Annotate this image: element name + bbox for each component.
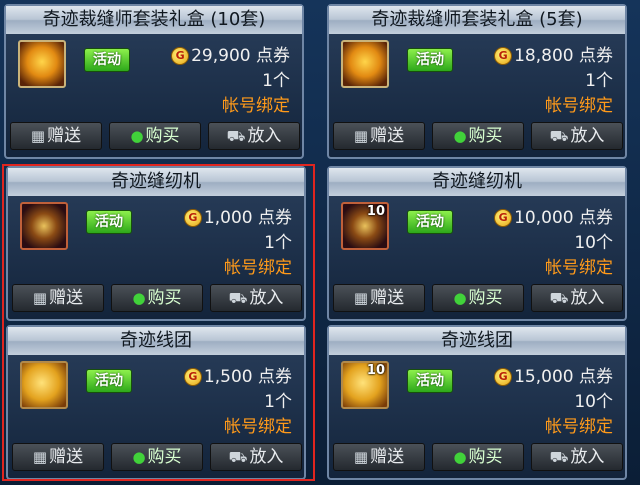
coin-icon: G [171,47,190,65]
shop-item-card: 奇迹缝纫机 10 活动 G 10,000 点券 10个 帐号绑定 ▦ 赠送 ● 购买 … [327,166,627,321]
gift-button[interactable]: ▦ 赠送 [333,443,425,471]
event-badge: 活动 [407,48,453,72]
yarn-ball-icon[interactable]: 10 [341,361,389,409]
gift-button-label: 赠送 [370,447,405,467]
cart-icon: ⛟ [549,448,569,466]
quantity-badge: 10 [366,363,385,378]
coin-icon: G [494,47,513,65]
coin-icon: G [494,209,513,227]
quantity-badge: 10 [366,204,385,219]
buy-button[interactable]: ● 购买 [432,443,524,471]
event-badge: 活动 [407,210,453,234]
add-to-cart-button[interactable]: ⛟ 放入 [531,122,623,150]
cart-button-label: 放入 [570,288,605,308]
gift-button[interactable]: ▦ 赠送 [333,284,425,312]
gift-icon: ▦ [30,127,46,145]
gift-button-label: 赠送 [370,288,405,308]
money-bag-icon: ● [453,289,467,307]
gift-button[interactable]: ▦ 赠送 [333,122,425,150]
price-value: 18,800 点券 [514,46,613,66]
coin-icon: G [494,368,513,386]
gift-box-icon[interactable] [341,40,389,88]
item-count: 1个 [262,71,290,91]
gift-icon: ▦ [353,127,369,145]
cart-button-label: 放入 [247,126,282,146]
item-count: 10个 [574,392,613,412]
gift-button-label: 赠送 [370,126,405,146]
gift-button-label: 赠送 [47,126,82,146]
price-value: 15,000 点券 [514,367,613,387]
price-label: G 10,000 点券 [494,206,613,230]
price-label: G 15,000 点券 [494,365,613,389]
price-label: G 18,800 点券 [494,44,613,68]
account-bind-label: 帐号绑定 [545,417,613,437]
account-bind-label: 帐号绑定 [222,96,290,116]
item-count: 1个 [585,71,613,91]
event-badge: 活动 [407,369,453,393]
account-bind-label: 帐号绑定 [545,96,613,116]
price-value: 29,900 点券 [191,46,290,66]
item-title: 奇迹裁缝师套装礼盒 (5套) [329,6,625,34]
cart-icon: ⛟ [226,127,246,145]
gift-icon: ▦ [353,448,369,466]
buy-button-label: 购买 [145,126,180,146]
cart-button-label: 放入 [570,126,605,146]
money-bag-icon: ● [453,127,467,145]
gift-button[interactable]: ▦ 赠送 [10,122,102,150]
item-title: 奇迹裁缝师套装礼盒 (10套) [6,6,302,34]
item-title: 奇迹线团 [329,327,625,355]
buy-button-label: 购买 [468,288,503,308]
gift-box-icon[interactable] [18,40,66,88]
selection-highlight [2,164,315,481]
cart-button-label: 放入 [570,447,605,467]
cart-icon: ⛟ [549,289,569,307]
item-count: 10个 [574,233,613,253]
item-title: 奇迹缝纫机 [329,168,625,196]
buy-button-label: 购买 [468,447,503,467]
account-bind-label: 帐号绑定 [545,258,613,278]
sewing-machine-icon[interactable]: 10 [341,202,389,250]
price-label: G 29,900 点券 [171,44,290,68]
buy-button[interactable]: ● 购买 [432,122,524,150]
add-to-cart-button[interactable]: ⛟ 放入 [531,284,623,312]
event-badge: 活动 [84,48,130,72]
buy-button[interactable]: ● 购买 [109,122,201,150]
price-value: 10,000 点券 [514,208,613,228]
add-to-cart-button[interactable]: ⛟ 放入 [208,122,300,150]
shop-item-card: 奇迹裁缝师套装礼盒 (10套) 活动 G 29,900 点券 1个 帐号绑定 ▦ 赠… [4,4,304,159]
buy-button-label: 购买 [468,126,503,146]
shop-item-card: 奇迹线团 10 活动 G 15,000 点券 10个 帐号绑定 ▦ 赠送 ● 购买 ⛟… [327,325,627,480]
shop-item-card: 奇迹裁缝师套装礼盒 (5套) 活动 G 18,800 点券 1个 帐号绑定 ▦ 赠送… [327,4,627,159]
money-bag-icon: ● [453,448,467,466]
cart-icon: ⛟ [549,127,569,145]
gift-icon: ▦ [353,289,369,307]
add-to-cart-button[interactable]: ⛟ 放入 [531,443,623,471]
money-bag-icon: ● [130,127,144,145]
buy-button[interactable]: ● 购买 [432,284,524,312]
